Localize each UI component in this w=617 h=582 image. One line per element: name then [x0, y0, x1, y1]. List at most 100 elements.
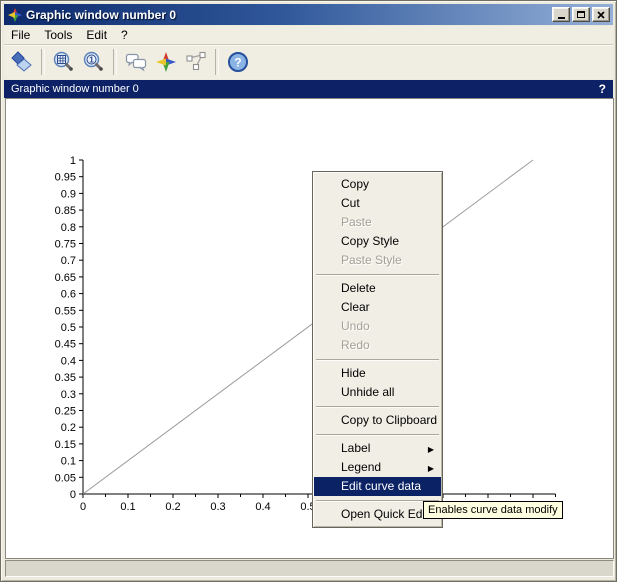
- menu-item-label: Copy Style: [341, 234, 399, 248]
- menu-tools[interactable]: Tools: [37, 27, 79, 43]
- x-tick-label: 0.1: [120, 501, 135, 513]
- menu-item-paste: Paste: [314, 213, 441, 232]
- menu-bar: File Tools Edit ?: [4, 26, 613, 44]
- datatips-button[interactable]: [181, 48, 211, 76]
- info-help-icon[interactable]: ?: [599, 82, 606, 96]
- comments-button[interactable]: [121, 48, 151, 76]
- menu-item-paste-style: Paste Style: [314, 251, 441, 270]
- rotate-icon: [10, 50, 34, 74]
- x-tick-label: 0: [80, 501, 86, 513]
- menu-item-undo: Undo: [314, 317, 441, 336]
- comments-icon: [124, 50, 148, 74]
- menu-separator: [316, 406, 439, 408]
- window-controls: [552, 7, 610, 22]
- toolbar-separator: [215, 49, 219, 75]
- figure-info-bar: Graphic window number 0 ?: [4, 80, 613, 98]
- window-title: Graphic window number 0: [26, 8, 176, 22]
- y-tick-label: 0.2: [61, 422, 76, 434]
- y-tick-label: 0.95: [55, 172, 76, 184]
- menu-item-label: Paste: [341, 215, 372, 229]
- menu-item-label: Paste Style: [341, 253, 402, 267]
- svg-text:?: ?: [234, 56, 241, 70]
- tooltip-text: Enables curve data modify: [428, 504, 558, 516]
- datatips-icon: [184, 50, 208, 74]
- figure-editor-icon: [154, 50, 178, 74]
- menu-item-label: Cut: [341, 196, 360, 210]
- y-tick-label: 1: [70, 155, 76, 167]
- menu-item-copy-style[interactable]: Copy Style: [314, 232, 441, 251]
- menu-item-label: Redo: [341, 338, 370, 352]
- y-tick-label: 0.55: [55, 305, 76, 317]
- menu-item-label: Legend: [341, 460, 381, 474]
- svg-text:1: 1: [89, 55, 94, 65]
- x-tick-label: 0.2: [165, 501, 180, 513]
- y-tick-label: 0.05: [55, 472, 76, 484]
- menu-item-label: Copy to Clipboard: [341, 413, 437, 427]
- toolbar-separator: [41, 49, 45, 75]
- menu-file[interactable]: File: [4, 27, 37, 43]
- menu-item-legend[interactable]: Legend ▶: [314, 458, 441, 477]
- menu-separator: [316, 434, 439, 436]
- rotate-button[interactable]: [7, 48, 37, 76]
- menu-item-unhide-all[interactable]: Unhide all: [314, 383, 441, 402]
- menu-item-copy-to-clipboard[interactable]: Copy to Clipboard: [314, 411, 441, 430]
- figure-title: Graphic window number 0: [11, 83, 139, 95]
- y-tick-label: 0.15: [55, 439, 76, 451]
- submenu-arrow-icon: ▶: [428, 459, 434, 478]
- menu-item-label: Delete: [341, 281, 376, 295]
- context-menu: Copy Cut Paste Copy Style Paste Style Delete C…: [312, 171, 443, 528]
- submenu-arrow-icon: ▶: [428, 440, 434, 459]
- curve-line[interactable]: [83, 160, 533, 494]
- plot-svg: 10.950.90.850.80.750.70.650.60.550.50.45…: [6, 99, 613, 558]
- y-tick-label: 0.6: [61, 289, 76, 301]
- menu-item-clear[interactable]: Clear: [314, 298, 441, 317]
- title-bar: Graphic window number 0: [4, 4, 613, 25]
- x-tick-label: 0.3: [210, 501, 225, 513]
- menu-item-hide[interactable]: Hide: [314, 364, 441, 383]
- close-icon: [597, 11, 605, 19]
- toolbar-separator: [113, 49, 117, 75]
- y-tick-label: 0.25: [55, 406, 76, 418]
- menu-item-label: Clear: [341, 300, 370, 314]
- menu-separator: [316, 274, 439, 276]
- help-icon: ?: [226, 50, 250, 74]
- menu-item-redo: Redo: [314, 336, 441, 355]
- menu-item-label: Copy: [341, 177, 369, 191]
- status-bar: [5, 560, 614, 577]
- minimize-icon: [558, 17, 565, 19]
- menu-item-label[interactable]: Label ▶: [314, 439, 441, 458]
- tooltip: Enables curve data modify: [423, 501, 563, 519]
- y-tick-label: 0.35: [55, 372, 76, 384]
- y-tick-label: 0.8: [61, 222, 76, 234]
- maximize-icon: [577, 11, 585, 18]
- menu-item-open-quick-editor[interactable]: Open Quick Editor: [314, 505, 441, 524]
- zoom-area-icon: [52, 50, 76, 74]
- y-tick-label: 0.75: [55, 239, 76, 251]
- menu-edit[interactable]: Edit: [79, 27, 114, 43]
- menu-item-edit-curve-data[interactable]: Edit curve data: [314, 477, 441, 496]
- graphic-window: Graphic window number 0 File Tools Edit …: [0, 0, 617, 582]
- menu-help[interactable]: ?: [114, 27, 135, 43]
- help-button[interactable]: ?: [223, 48, 253, 76]
- zoom-reset-button[interactable]: 1: [79, 48, 109, 76]
- y-tick-label: 0.1: [61, 456, 76, 468]
- menu-item-copy[interactable]: Copy: [314, 175, 441, 194]
- maximize-button[interactable]: [572, 7, 590, 22]
- y-tick-label: 0: [70, 489, 76, 501]
- toolbar: 1: [4, 44, 613, 79]
- app-icon: [8, 8, 22, 22]
- menu-item-cut[interactable]: Cut: [314, 194, 441, 213]
- y-tick-label: 0.85: [55, 205, 76, 217]
- plot-canvas[interactable]: 10.950.90.850.80.750.70.650.60.550.50.45…: [5, 98, 614, 559]
- figure-editor-button[interactable]: [151, 48, 181, 76]
- menu-item-label: Label: [341, 441, 370, 455]
- menu-item-label: Edit curve data: [341, 479, 421, 493]
- menu-item-delete[interactable]: Delete: [314, 279, 441, 298]
- close-button[interactable]: [592, 7, 610, 22]
- x-tick-label: 0.4: [255, 501, 270, 513]
- minimize-button[interactable]: [552, 7, 570, 22]
- zoom-reset-icon: 1: [82, 50, 106, 74]
- y-tick-label: 0.7: [61, 255, 76, 267]
- y-tick-label: 0.5: [61, 322, 76, 334]
- zoom-area-button[interactable]: [49, 48, 79, 76]
